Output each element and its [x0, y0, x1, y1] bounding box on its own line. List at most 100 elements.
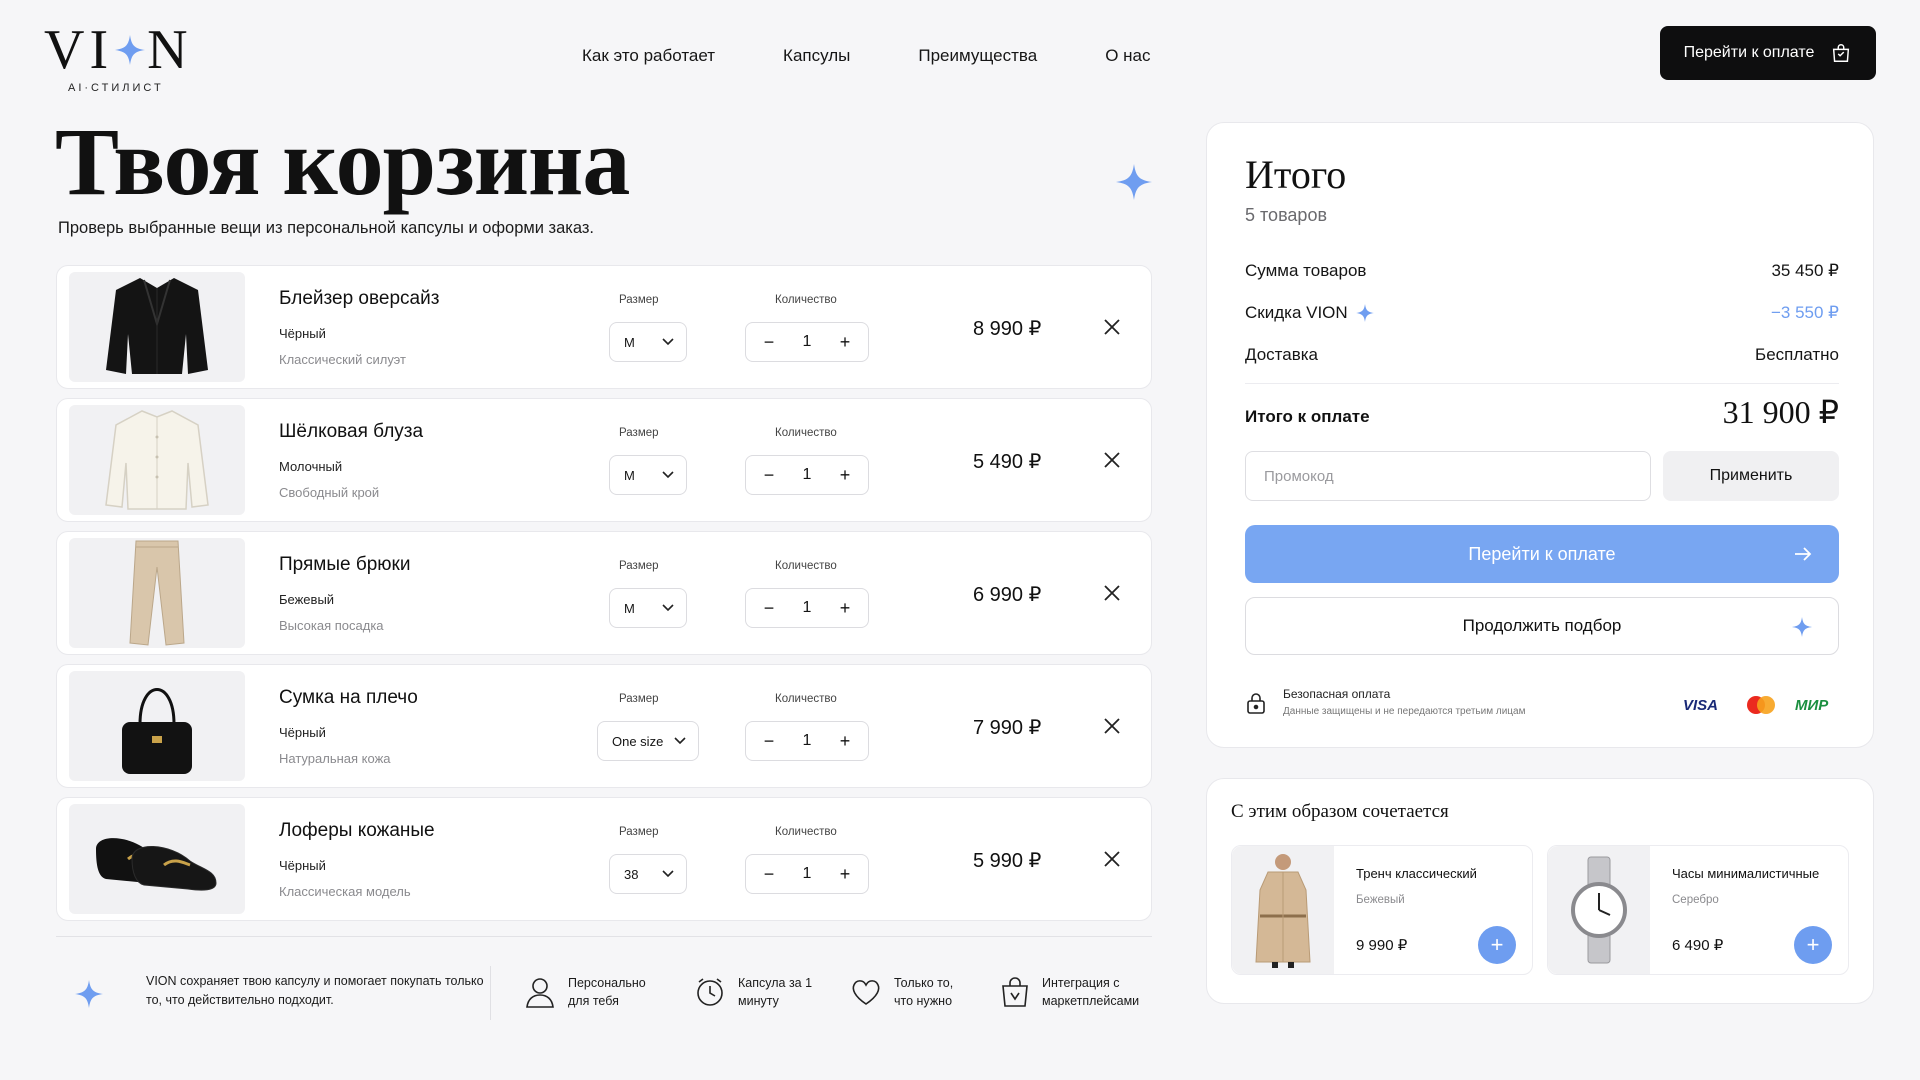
add-to-cart-button[interactable]: +	[1478, 926, 1516, 964]
size-select[interactable]: M	[609, 322, 687, 362]
divider	[56, 936, 1152, 937]
recommendation-note: Серебро	[1672, 894, 1719, 906]
delivery-label: Доставка	[1245, 345, 1319, 364]
increase-button[interactable]: +	[836, 598, 854, 619]
logo-star-icon	[115, 35, 145, 65]
increase-button[interactable]: +	[836, 731, 854, 752]
apply-promo-button[interactable]: Применить	[1663, 451, 1839, 501]
recommendations-card: С этим образом сочетается Тренч классиче…	[1206, 778, 1874, 1004]
lock-icon	[1247, 693, 1265, 714]
feature-text: Только то, что нужно	[894, 976, 954, 1008]
nav-advantages[interactable]: Преимущества	[918, 46, 1037, 66]
user-icon	[526, 978, 554, 1008]
blouse-image	[69, 405, 245, 515]
feature-only-needed: Только то, что нужно	[850, 974, 966, 1010]
feature-text: Интеграция с маркетплейсами	[1042, 976, 1140, 1008]
item-price: 5 990 ₽	[973, 850, 1042, 872]
size-value: M	[624, 334, 635, 350]
secure-payment-note: Данные защищены и не передаются третьим …	[1283, 706, 1526, 717]
page-title: Твоя корзина	[55, 108, 630, 215]
item-note: Классическая модель	[279, 884, 411, 899]
size-value: 38	[624, 866, 639, 882]
item-price: 8 990 ₽	[973, 318, 1042, 340]
size-value: M	[624, 467, 635, 483]
chevron-down-icon	[662, 338, 674, 346]
remove-item-icon[interactable]	[1101, 715, 1123, 737]
discount-row: Скидка VION −3 550 ₽	[1245, 303, 1839, 323]
recommendation-price: 9 990 ₽	[1356, 937, 1408, 954]
increase-button[interactable]: +	[836, 864, 854, 885]
nav-how-it-works[interactable]: Как это работает	[582, 46, 715, 66]
feature-text: Капсула за 1 минуту	[738, 976, 813, 1008]
size-label: Размер	[619, 427, 659, 439]
decrease-button[interactable]: −	[760, 332, 778, 353]
divider	[1245, 383, 1839, 384]
header-pay-label: Перейти к оплате	[1683, 44, 1815, 61]
shopping-bag-icon	[1833, 44, 1850, 62]
nav-capsules[interactable]: Капсулы	[783, 46, 850, 66]
recommendation-item[interactable]: Тренч классический Бежевый 9 990 ₽ +	[1231, 845, 1533, 975]
sparkle-icon	[1356, 304, 1374, 322]
divider	[490, 966, 491, 1020]
remove-item-icon[interactable]	[1101, 848, 1123, 870]
item-name: Лоферы кожаные	[279, 820, 435, 841]
quantity-stepper: − 1 +	[745, 854, 869, 894]
checkout-button[interactable]: Перейти к оплате	[1245, 525, 1839, 583]
quantity-value: 1	[802, 466, 812, 483]
sparkle-icon	[75, 980, 103, 1008]
quantity-value: 1	[802, 732, 812, 749]
total-value: 31 900 ₽	[1722, 394, 1839, 430]
discount-label: Скидка VION	[1245, 303, 1348, 322]
size-select[interactable]: M	[609, 455, 687, 495]
cart-item: Сумка на плечо Чёрный Натуральная кожа Р…	[56, 664, 1152, 788]
decrease-button[interactable]: −	[760, 864, 778, 885]
vion-logo[interactable]: VI N AI·СТИЛИСТ	[44, 22, 214, 94]
heart-icon	[852, 980, 880, 1005]
total-label: Итого к оплате	[1245, 407, 1370, 426]
item-color: Чёрный	[279, 858, 326, 873]
size-label: Размер	[619, 693, 659, 705]
increase-button[interactable]: +	[836, 465, 854, 486]
quantity-value: 1	[802, 865, 812, 882]
delivery-value: Бесплатно	[1755, 345, 1839, 364]
item-name: Шёлковая блуза	[279, 421, 424, 442]
promo-code-input[interactable]	[1245, 451, 1651, 501]
feature-capsule-time: Капсула за 1 минуту	[694, 974, 814, 1010]
remove-item-icon[interactable]	[1101, 449, 1123, 471]
recommendation-item[interactable]: Часы минималистичные Серебро 6 490 ₽ +	[1547, 845, 1849, 975]
item-name: Прямые брюки	[279, 554, 411, 575]
cart-item: Прямые брюки Бежевый Высокая посадка Раз…	[56, 531, 1152, 655]
size-select[interactable]: One size	[597, 721, 699, 761]
item-price: 5 490 ₽	[973, 451, 1042, 473]
item-note: Свободный крой	[279, 485, 380, 500]
continue-label: Продолжить подбор	[1462, 616, 1622, 635]
size-value: One size	[612, 733, 664, 749]
decrease-button[interactable]: −	[760, 731, 778, 752]
sparkle-icon	[1792, 617, 1812, 637]
add-to-cart-button[interactable]: +	[1794, 926, 1832, 964]
size-select[interactable]: 38	[609, 854, 687, 894]
nav-about[interactable]: О нас	[1105, 46, 1150, 66]
subtotal-value: 35 450 ₽	[1771, 261, 1839, 280]
summary-item-count: 5 товаров	[1245, 205, 1328, 225]
decrease-button[interactable]: −	[760, 465, 778, 486]
trench-image	[1232, 846, 1334, 974]
remove-item-icon[interactable]	[1101, 582, 1123, 604]
quantity-stepper: − 1 +	[745, 455, 869, 495]
bag-image	[69, 671, 245, 781]
increase-button[interactable]: +	[836, 332, 854, 353]
summary-title: Итого	[1245, 152, 1347, 197]
order-summary-card: Итого 5 товаров Сумма товаров 35 450 ₽ С…	[1206, 122, 1874, 748]
quantity-label: Количество	[775, 826, 837, 838]
size-select[interactable]: M	[609, 588, 687, 628]
remove-item-icon[interactable]	[1101, 316, 1123, 338]
visa-logo: VISA	[1683, 697, 1719, 714]
header-pay-button[interactable]: Перейти к оплате	[1660, 26, 1876, 80]
quantity-value: 1	[802, 599, 812, 616]
item-color: Чёрный	[279, 725, 326, 740]
size-label: Размер	[619, 826, 659, 838]
decrease-button[interactable]: −	[760, 598, 778, 619]
continue-selection-button[interactable]: Продолжить подбор	[1245, 597, 1839, 655]
quantity-value: 1	[802, 333, 812, 350]
size-label: Размер	[619, 294, 659, 306]
